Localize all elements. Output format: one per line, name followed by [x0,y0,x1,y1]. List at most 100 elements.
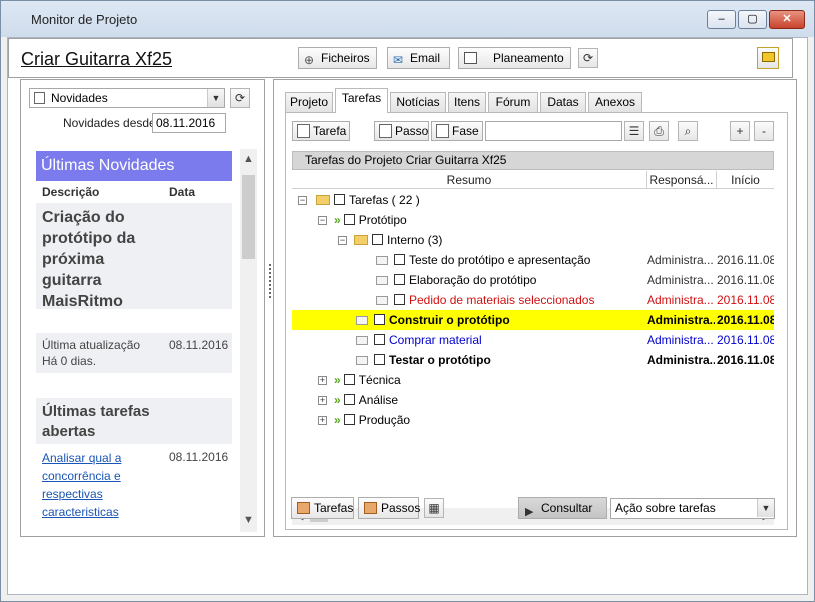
scroll-down-icon[interactable]: ▼ [240,514,257,531]
search-button[interactable]: ⌕ [678,121,698,141]
tree-row-task[interactable]: Comprar material Administra... 2016.11.0… [292,330,774,350]
task-checkbox[interactable] [394,274,405,285]
task-checkbox[interactable] [374,334,385,345]
grid-caption: Tarefas do Projeto Criar Guitarra Xf25 [292,151,774,170]
task-checkbox[interactable] [394,294,405,305]
page-title[interactable]: Criar Guitarra Xf25 [21,49,172,70]
expand-toggle-icon[interactable]: + [318,376,327,385]
task-checkbox[interactable] [343,214,355,225]
tree-row-task[interactable]: Testar o protótipo Administra... 2016.11… [292,350,774,370]
col-start[interactable]: Início [717,171,774,189]
tree-row-interno[interactable]: − Interno (3) [292,230,774,250]
task-checkbox[interactable] [343,414,355,425]
tab-noticias[interactable]: Notícias [390,92,446,112]
task-checkbox[interactable] [343,394,355,405]
calendar-icon: ▦ [428,501,440,515]
row-responsible: Administra... [647,333,714,347]
collapse-toggle-icon[interactable]: − [338,236,347,245]
chevron-down-icon[interactable]: ▼ [207,89,224,107]
email-button[interactable]: ✉ Email [387,47,450,69]
new-step-button[interactable]: Passo [374,121,429,141]
feed-select-value: Novidades [51,91,108,105]
tab-forum[interactable]: Fórum [488,92,538,112]
new-phase-button[interactable]: Fase [431,121,483,141]
collapse-all-button[interactable]: - [754,121,774,141]
minimize-button[interactable]: – [707,10,736,29]
collapse-toggle-icon[interactable]: − [318,216,327,225]
tree-row-label: Construir o protótipo [389,313,510,327]
new-task-label: Tarefa [313,124,347,138]
feed-scroll-thumb[interactable] [242,175,255,259]
row-start: 2016.11.08 [717,273,774,287]
task-checkbox[interactable] [334,194,345,205]
news-feed: Últimas Novidades Descrição Data Criação… [36,149,239,532]
tree-row-label: Protótipo [358,213,407,227]
maximize-button[interactable]: ▢ [738,10,767,29]
tree-row-prototipo[interactable]: − » Protótipo [292,210,774,230]
col-responsible[interactable]: Responsá... [647,171,717,189]
tree-row-producao[interactable]: + » Produção [292,410,774,430]
tab-projeto[interactable]: Projeto [285,92,333,112]
list-view-button[interactable]: ☰ [624,121,644,141]
task-checkbox[interactable] [374,354,385,365]
footer-refresh-button[interactable]: ⟳ [578,48,598,68]
calendar-button[interactable]: ▦ [424,498,444,518]
open-task-link[interactable]: Analisar qual a concorrência e respectiv… [42,449,152,521]
tab-tarefas[interactable]: Tarefas [335,88,388,113]
refresh-icon: ⟳ [582,51,594,65]
expand-toggle-icon[interactable]: + [318,416,327,425]
tree-row-task[interactable]: Pedido de materiais seleccionados Admini… [292,290,774,310]
files-icon: ⊕ [304,53,315,67]
refresh-news-button[interactable]: ⟳ [230,88,250,108]
tab-itens[interactable]: Itens [448,92,486,112]
chevron-down-icon[interactable]: ▼ [757,499,774,517]
tree-row-task[interactable]: Elaboração do protótipo Administra... 20… [292,270,774,290]
list-icon: ☰ [628,124,640,138]
since-date-field[interactable]: 08.11.2016 [152,113,226,133]
task-search-input[interactable] [485,121,622,141]
col-summary[interactable]: Resumo [292,171,647,189]
task-checkbox[interactable] [343,374,355,385]
planning-button[interactable]: Planeamento [458,47,571,69]
row-start: 2016.11.08 [717,353,774,367]
note-icon [356,356,368,365]
tasks-tab-content: Tarefa Passo Fase ☰ ⎙ ⌕ + - Tarefas do P… [285,112,788,530]
plus-icon: + [736,124,744,138]
panel-splitter[interactable] [269,264,271,298]
envelope-icon [297,502,310,514]
feed-scrollbar[interactable]: ▲ ▼ [240,149,257,532]
note-icon [356,316,368,325]
last-update-label: Última atualização [42,338,141,352]
task-action-select[interactable]: Ação sobre tarefas ▼ [610,498,775,519]
tree-row-task-selected[interactable]: Construir o protótipo Administra... 2016… [292,310,774,330]
tasks-button[interactable]: Tarefas [291,497,354,519]
task-checkbox[interactable] [372,234,383,245]
tree-row-task[interactable]: Teste do protótipo e apresentação Admini… [292,250,774,270]
task-checkbox[interactable] [394,254,405,265]
steps-button[interactable]: Passos [358,497,420,519]
expand-all-button[interactable]: + [730,121,750,141]
collapse-toggle-icon[interactable]: − [298,196,307,205]
task-checkbox[interactable] [374,314,385,325]
print-button[interactable]: ⎙ [649,121,669,141]
grid-header: Resumo Responsá... Início [292,171,774,189]
phase-icon: » [334,213,340,227]
consult-button-label: Consultar [541,501,593,515]
new-task-button[interactable]: Tarefa [292,121,350,141]
scroll-up-icon[interactable]: ▲ [240,153,257,170]
consult-button[interactable]: ▶ Consultar [518,497,607,519]
document-icon [297,124,310,138]
note-icon [376,296,388,305]
monitor-button[interactable] [757,47,779,69]
tree-row-analise[interactable]: + » Análise [292,390,774,410]
tab-datas[interactable]: Datas [540,92,586,112]
expand-toggle-icon[interactable]: + [318,396,327,405]
feed-select[interactable]: Novidades ▼ [29,88,225,108]
tree-row-root[interactable]: − Tarefas ( 22 ) [292,190,774,210]
tree-row-tecnica[interactable]: + » Técnica [292,370,774,390]
tab-anexos[interactable]: Anexos [588,92,642,112]
tasks-panel: Projeto Tarefas Notícias Itens Fórum Dat… [273,79,797,537]
close-button[interactable]: ✕ [769,10,805,29]
files-button[interactable]: ⊕ Ficheiros [298,47,377,69]
refresh-icon: ⟳ [234,91,246,105]
